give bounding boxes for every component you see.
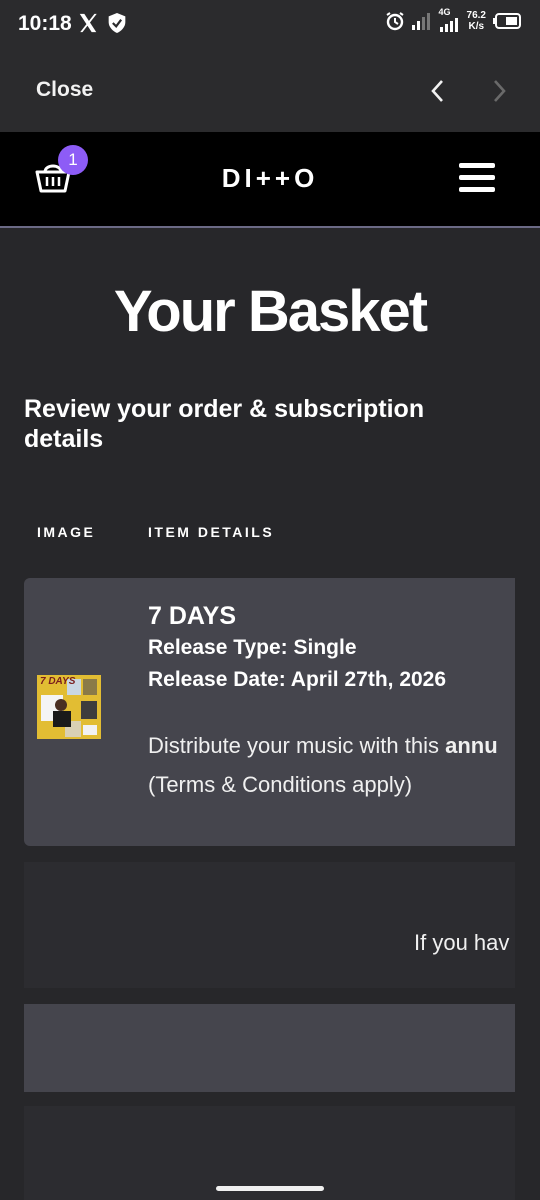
release-date: Release Date: April 27th, 2026	[148, 668, 447, 691]
page-subtitle: Review your order & subscription details	[24, 395, 425, 453]
basket-item-card: 7 DAYS 7 DAYS Release Type: Single Relea…	[24, 578, 515, 846]
net-speed: 76.2 K/s	[466, 10, 486, 32]
status-time: 10:18	[18, 12, 72, 35]
browser-bar: Close	[0, 50, 540, 132]
summary-row	[24, 1004, 515, 1092]
column-header-image: IMAGE	[37, 524, 96, 540]
x-icon	[79, 13, 97, 33]
terms-text: (Terms & Conditions apply)	[148, 772, 413, 797]
column-header-item-details: ITEM DETAILS	[148, 524, 275, 540]
chevron-left-icon[interactable]	[425, 76, 451, 106]
shield-icon	[108, 13, 126, 33]
status-bar: 10:18 4G 76.2 K/s	[0, 0, 540, 50]
cover-title-text: 7 DAYS	[40, 676, 76, 687]
release-type: Release Type: Single	[148, 636, 357, 659]
home-indicator[interactable]	[216, 1186, 324, 1191]
page-title: Your Basket	[113, 279, 428, 344]
alarm-icon	[385, 12, 404, 31]
battery-icon	[493, 13, 521, 29]
info-text: If you hav	[414, 930, 510, 955]
release-cover-image: 7 DAYS	[37, 675, 101, 739]
close-button[interactable]: Close	[36, 78, 93, 102]
info-row: If you hav	[24, 862, 515, 988]
item-description: Distribute your music with this annu (Te…	[148, 733, 498, 797]
status-icons: 4G 76.2 K/s	[385, 7, 522, 32]
signal-icon	[411, 13, 430, 30]
signal-icon	[439, 18, 458, 32]
chevron-right-icon[interactable]	[486, 76, 512, 106]
item-name: 7 DAYS	[148, 602, 237, 630]
network-type: 4G	[438, 7, 451, 17]
signal-4g: 4G	[437, 7, 461, 32]
hamburger-menu-icon[interactable]	[459, 163, 495, 193]
